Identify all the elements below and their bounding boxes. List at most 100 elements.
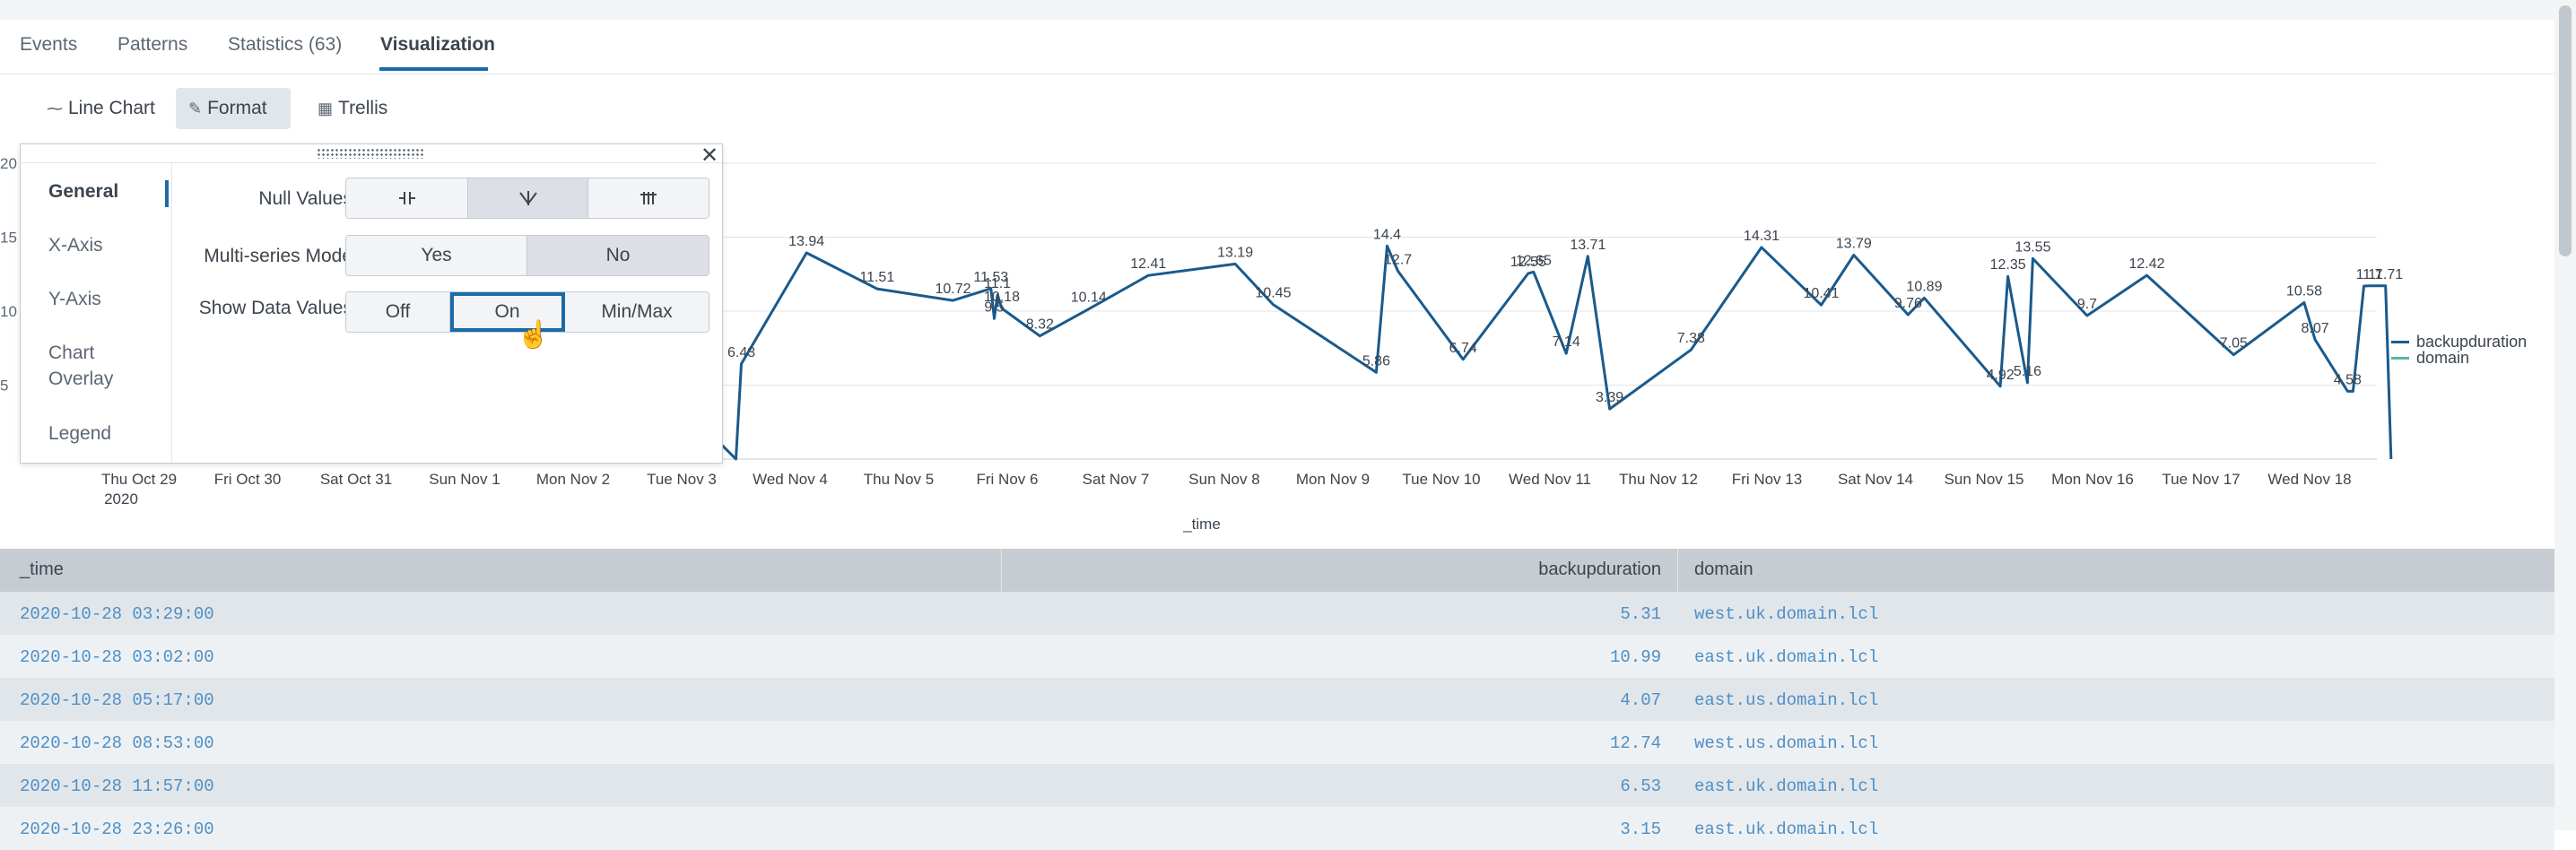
nav-y-axis[interactable]: Y-Axis <box>48 286 101 312</box>
y-tick-label: 20 <box>0 155 17 172</box>
data-label: 4.92 <box>1987 368 2015 383</box>
format-button[interactable]: ✎ Format <box>176 88 291 129</box>
data-label: 12.42 <box>2128 256 2164 272</box>
data-label: 5.16 <box>2014 364 2041 379</box>
cell-domain[interactable]: east.us.domain.lcl <box>1694 690 1878 710</box>
cell-domain[interactable]: east.uk.domain.lcl <box>1694 647 1878 667</box>
null-zero-icon <box>518 191 537 205</box>
x-tick-label: Mon Nov 16 <box>2051 471 2134 488</box>
x-tick-sublabel: 2020 <box>104 490 138 507</box>
tab-visualization[interactable]: Visualization <box>380 34 495 56</box>
x-tick-label: Thu Nov 5 <box>864 471 934 488</box>
x-tick-label: Thu Nov 12 <box>1619 471 1698 488</box>
data-label: 12.41 <box>1130 256 1166 272</box>
trellis-button[interactable]: ▦ Trellis <box>305 88 400 129</box>
nav-active-indicator <box>165 180 169 207</box>
cell-backupduration[interactable]: 6.53 <box>1620 776 1661 796</box>
column-header-time[interactable]: _time <box>20 559 64 580</box>
cell-domain[interactable]: west.us.domain.lcl <box>1694 733 1878 753</box>
x-tick-label: Thu Oct 29 <box>101 471 177 488</box>
data-label: 4.58 <box>2334 372 2362 387</box>
multiseries-toggle: Yes No <box>345 235 709 276</box>
data-label: 6.74 <box>1449 341 1477 356</box>
cell-domain[interactable]: west.uk.domain.lcl <box>1694 604 1878 624</box>
data-label: 10.45 <box>1255 286 1291 301</box>
column-header-backupduration[interactable]: backupduration <box>1538 559 1661 580</box>
null-zero-option[interactable] <box>468 178 588 218</box>
top-toolbar-strip <box>0 0 2554 20</box>
page-scrollbar[interactable] <box>2554 0 2576 830</box>
data-label: 13.71 <box>1570 238 1606 253</box>
null-gaps-option[interactable] <box>346 178 468 218</box>
nav-x-axis[interactable]: X-Axis <box>48 232 103 258</box>
data-label: 12.35 <box>1990 257 2026 273</box>
y-tick-label: 5 <box>0 377 8 395</box>
x-tick-label: Fri Nov 13 <box>1732 471 1802 488</box>
tab-events[interactable]: Events <box>20 34 77 56</box>
x-tick-label: Wed Nov 18 <box>2267 471 2351 488</box>
cell-backupduration[interactable]: 12.74 <box>1610 733 1661 753</box>
cell-time[interactable]: 2020-10-28 03:29:00 <box>20 604 214 624</box>
drag-handle-icon[interactable] <box>317 148 424 159</box>
x-tick-label: Sun Nov 8 <box>1188 471 1259 488</box>
tab-statistics[interactable]: Statistics (63) <box>228 34 342 56</box>
cell-time[interactable]: 2020-10-28 08:53:00 <box>20 733 214 753</box>
format-panel: ✕ General X-Axis Y-Axis Chart Overlay Le… <box>20 143 723 464</box>
results-tabs: Events Patterns Statistics (63) Visualiz… <box>0 20 2554 74</box>
chart-type-button[interactable]: ⁓ Line Chart <box>34 88 168 129</box>
cell-time[interactable]: 2020-10-28 23:26:00 <box>20 820 214 839</box>
data-label: 13.55 <box>2015 239 2050 255</box>
cell-domain[interactable]: east.uk.domain.lcl <box>1694 820 1878 839</box>
data-label: 10.72 <box>935 282 970 297</box>
data-label: 12.65 <box>1516 253 1552 268</box>
nav-general[interactable]: General <box>48 178 118 204</box>
x-tick-label: Sat Nov 14 <box>1838 471 1913 488</box>
null-values-label: Null Values <box>258 188 352 209</box>
table-row: 2020-10-28 03:29:00 5.31 west.uk.domain.… <box>0 592 2554 635</box>
x-tick-label: Tue Nov 17 <box>2162 471 2240 488</box>
cell-time[interactable]: 2020-10-28 11:57:00 <box>20 776 214 796</box>
data-label: 12.7 <box>1384 252 1412 267</box>
legend-item-domain[interactable]: domain <box>2391 349 2527 367</box>
data-values-off[interactable]: Off <box>346 292 450 332</box>
column-header-domain[interactable]: domain <box>1694 559 1754 580</box>
pencil-icon: ✎ <box>188 99 203 117</box>
x-tick-label: Sat Oct 31 <box>320 471 392 488</box>
x-tick-label: Tue Nov 10 <box>1402 471 1480 488</box>
table-row: 2020-10-28 08:53:00 12.74 west.us.domain… <box>0 721 2554 764</box>
data-label: 11.71 <box>2368 267 2403 282</box>
data-label: 13.94 <box>788 234 824 249</box>
null-connect-icon <box>640 192 657 204</box>
cell-backupduration[interactable]: 4.07 <box>1620 690 1661 710</box>
chart-type-label: Line Chart <box>68 98 155 118</box>
null-values-toggle <box>345 178 709 219</box>
data-values-minmax[interactable]: Min/Max <box>565 292 709 332</box>
close-icon[interactable]: ✕ <box>701 143 718 169</box>
table-row: 2020-10-28 23:26:00 3.15 east.uk.domain.… <box>0 807 2554 850</box>
nav-legend[interactable]: Legend <box>48 421 111 447</box>
data-label: 7.38 <box>1677 331 1705 346</box>
null-connect-option[interactable] <box>588 178 709 218</box>
data-label: 10.18 <box>984 290 1020 305</box>
data-label: 10.58 <box>2286 283 2322 299</box>
data-label: 3.39 <box>1596 390 1623 405</box>
multiseries-no[interactable]: No <box>527 236 709 275</box>
cell-backupduration[interactable]: 3.15 <box>1620 820 1661 839</box>
cell-backupduration[interactable]: 5.31 <box>1620 604 1661 624</box>
trellis-label: Trellis <box>338 98 388 118</box>
multiseries-yes[interactable]: Yes <box>346 236 527 275</box>
legend-item-backupduration[interactable]: backupduration <box>2391 333 2527 351</box>
tab-patterns[interactable]: Patterns <box>117 34 187 56</box>
y-tick-label: 10 <box>0 303 17 320</box>
cell-time[interactable]: 2020-10-28 03:02:00 <box>20 647 214 667</box>
data-label: 14.4 <box>1373 227 1401 242</box>
data-label: 5.86 <box>1362 353 1390 369</box>
cell-domain[interactable]: east.uk.domain.lcl <box>1694 776 1878 796</box>
panel-drag-handle[interactable] <box>21 144 722 163</box>
nav-chart-overlay[interactable]: Chart Overlay <box>48 340 147 392</box>
scrollbar-thumb[interactable] <box>2559 5 2572 256</box>
cell-time[interactable]: 2020-10-28 05:17:00 <box>20 690 214 710</box>
format-label: Format <box>207 98 267 118</box>
null-gaps-icon <box>398 192 415 204</box>
cell-backupduration[interactable]: 10.99 <box>1610 647 1661 667</box>
